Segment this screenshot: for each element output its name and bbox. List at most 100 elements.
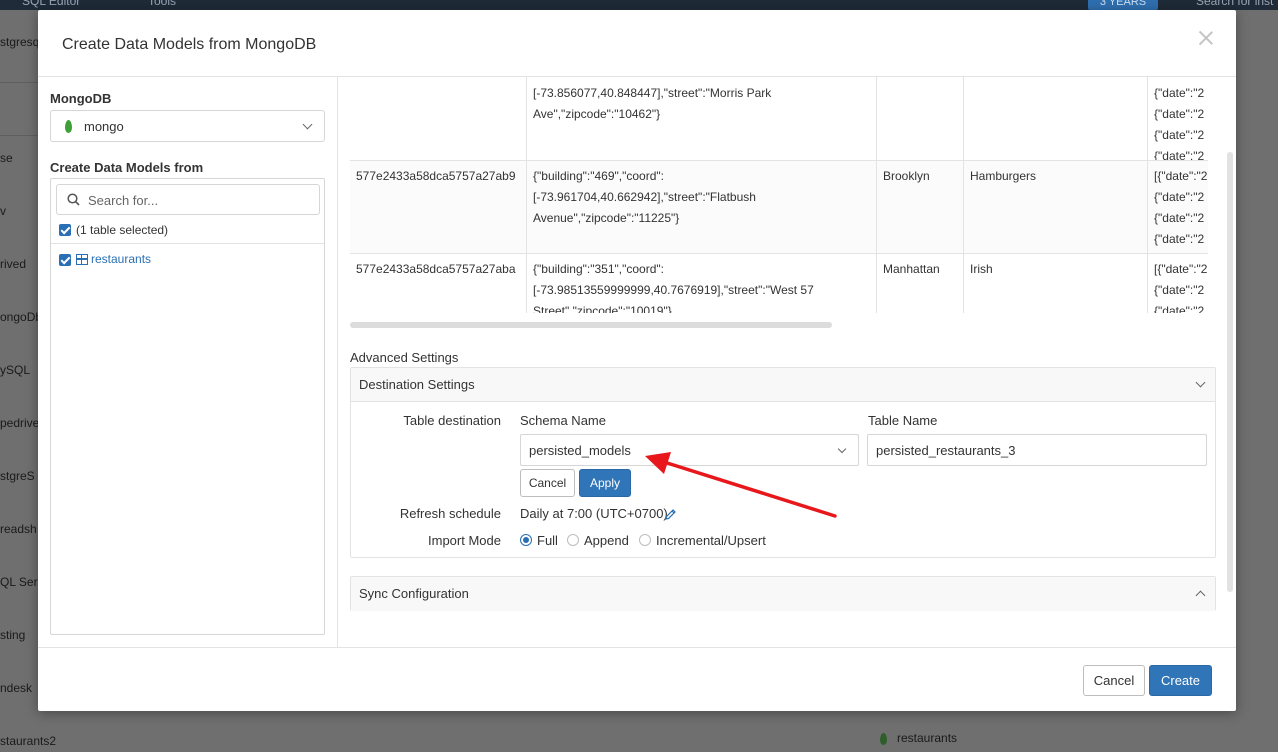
import-mode-incremental-radio[interactable]: [639, 534, 651, 546]
table-name-value: persisted_restaurants_3: [876, 443, 1016, 458]
refresh-schedule-value: Daily at 7:00 (UTC+0700): [520, 506, 668, 521]
cell-borough: Manhattan: [877, 254, 964, 313]
cell-address: {"building":"469","coord": [-73.961704,4…: [527, 161, 877, 253]
bg-divider: [0, 82, 38, 83]
table-item-restaurants[interactable]: restaurants: [91, 252, 151, 266]
sync-configuration-title: Sync Configuration: [359, 586, 469, 601]
mongodb-select[interactable]: mongo: [50, 110, 325, 142]
table-name-label: Table Name: [868, 413, 938, 428]
bg-divider: [0, 135, 38, 136]
chevron-down-icon: [1195, 377, 1206, 388]
cell-address-line: Avenue","zipcode":"11225"}: [533, 211, 680, 225]
table-row: [-73.856077,40.848447],"street":"Morris …: [350, 77, 1208, 161]
mongo-leaf-icon: [880, 732, 887, 745]
cell-grades-value: {"date":"2 {"date":"2 {"date":"2 {"date"…: [1154, 86, 1205, 160]
cell-id: 577e2433a58dca5757a27aba: [350, 254, 527, 313]
sync-configuration-panel: Sync Configuration: [350, 576, 1216, 611]
cancel-button[interactable]: Cancel: [520, 469, 575, 497]
cell-cuisine: Irish: [964, 254, 1148, 313]
bg-sidebar-item: rived: [0, 257, 27, 271]
bg-sidebar-item: ndesk: [0, 681, 33, 695]
schema-name-select[interactable]: persisted_models: [520, 434, 859, 466]
cell-grades: [{"date":"2 {"date":"2 {"date":"2: [1154, 262, 1208, 313]
cell-address-line: {"building":"469","coord":: [533, 169, 664, 183]
cell-address-line: [-73.856077,40.848447],"street":"Morris …: [533, 86, 772, 100]
table-search-box[interactable]: [56, 184, 320, 215]
cell-borough: Brooklyn: [877, 161, 964, 253]
settings-panel: [-73.856077,40.848447],"street":"Morris …: [338, 77, 1236, 647]
table-list-box: (1 table selected) restaurants: [50, 178, 325, 635]
horizontal-scrollbar[interactable]: [350, 322, 832, 328]
bg-sidebar-item: v: [0, 204, 6, 218]
select-all-checkbox[interactable]: [59, 224, 71, 236]
table-destination-label: Table destination: [403, 413, 501, 428]
import-mode-label: Import Mode: [428, 533, 501, 548]
cell-address: [-73.856077,40.848447],"street":"Morris …: [527, 77, 877, 160]
mongodb-leaf-icon: [65, 120, 72, 133]
refresh-schedule-label: Refresh schedule: [399, 506, 501, 521]
cell-address-line: [-73.98513559999999,40.7676919],"street"…: [533, 283, 814, 297]
cell-cuisine: [964, 77, 1148, 160]
bg-sidebar-item: sting: [0, 628, 26, 642]
sync-configuration-header[interactable]: Sync Configuration: [351, 577, 1215, 611]
create-from-label: Create Data Models from: [50, 160, 204, 175]
cell-borough: [877, 77, 964, 160]
chevron-down-icon: [302, 119, 313, 130]
footer-cancel-button[interactable]: Cancel: [1083, 665, 1145, 696]
table-search-input[interactable]: [88, 191, 308, 209]
table-icon: [76, 254, 88, 265]
preview-grid: [-73.856077,40.848447],"street":"Morris …: [350, 77, 1208, 313]
destination-settings-panel: Destination Settings Table destination S…: [350, 367, 1216, 558]
advanced-settings-label: Advanced Settings: [350, 350, 459, 365]
table-row: 577e2433a58dca5757a27ab9 {"building":"46…: [350, 161, 1208, 254]
pencil-icon[interactable]: [664, 508, 677, 521]
apply-button[interactable]: Apply: [579, 469, 631, 497]
background-topbar: SQL Editor Tools 3 YEARS Search for inst: [0, 0, 1278, 10]
source-panel: MongoDB mongo Create Data Models from (1…: [38, 77, 338, 647]
import-mode-append-radio[interactable]: [567, 534, 579, 546]
cell-grades: {"date":"2 {"date":"2 {"date":"2 {"date"…: [1148, 77, 1208, 160]
bg-sidebar-item: readsh: [0, 522, 37, 536]
cell-address-line: Ave","zipcode":"10462"}: [533, 107, 661, 121]
cell-grades: [{"date":"2 {"date":"2 {"date":"2 {"date…: [1154, 169, 1208, 246]
schema-name-label: Schema Name: [520, 413, 606, 428]
divider: [51, 243, 324, 244]
cell-id: [350, 77, 527, 160]
destination-settings-title: Destination Settings: [359, 377, 475, 392]
mongodb-select-value: mongo: [84, 119, 124, 134]
schema-name-value: persisted_models: [529, 443, 631, 458]
vertical-scrollbar[interactable]: [1227, 152, 1233, 592]
table-name-input[interactable]: persisted_restaurants_3: [867, 434, 1207, 466]
table-checkbox-restaurants[interactable]: [59, 254, 71, 266]
cell-address-line: [-73.961704,40.662942],"street":"Flatbus…: [533, 190, 756, 204]
bg-sql-editor-tab: SQL Editor: [22, 0, 81, 8]
import-mode-incremental-label[interactable]: Incremental/Upsert: [656, 533, 766, 548]
create-data-models-modal: Create Data Models from MongoDB MongoDB …: [38, 10, 1236, 711]
chevron-down-icon: [837, 444, 847, 454]
table-row: 577e2433a58dca5757a27aba {"building":"35…: [350, 254, 1208, 313]
create-button[interactable]: Create: [1149, 665, 1212, 696]
bg-sidebar-item: stgreS: [0, 469, 35, 483]
cell-address-line: {"building":"351","coord":: [533, 262, 664, 276]
import-mode-full-radio[interactable]: [520, 534, 532, 546]
selected-count: (1 table selected): [76, 223, 169, 237]
cell-address: {"building":"351","coord": [-73.98513559…: [527, 254, 877, 313]
close-icon[interactable]: [1198, 30, 1214, 46]
chevron-up-icon: [1195, 590, 1206, 601]
bg-sidebar-item: se: [0, 151, 13, 165]
cell-address-line: Street","zipcode":"10019"}: [533, 304, 672, 313]
import-mode-full-label[interactable]: Full: [537, 533, 558, 548]
import-mode-append-label[interactable]: Append: [584, 533, 629, 548]
bg-sidebar-item: staurants2: [0, 734, 57, 748]
modal-footer: Cancel Create: [38, 647, 1236, 711]
bg-sidebar-item: ySQL: [0, 363, 31, 377]
mongodb-label: MongoDB: [50, 91, 112, 106]
cell-cuisine: Hamburgers: [964, 161, 1148, 253]
cell-id: 577e2433a58dca5757a27ab9: [350, 161, 527, 253]
bg-sidebar-item: pedrive: [0, 416, 40, 430]
bg-restaurants-item: restaurants: [880, 731, 957, 745]
bg-years-badge: 3 YEARS: [1088, 0, 1158, 10]
modal-header: Create Data Models from MongoDB: [38, 10, 1236, 77]
destination-settings-header[interactable]: Destination Settings: [351, 368, 1215, 402]
bg-tools-tab: Tools: [148, 0, 177, 8]
